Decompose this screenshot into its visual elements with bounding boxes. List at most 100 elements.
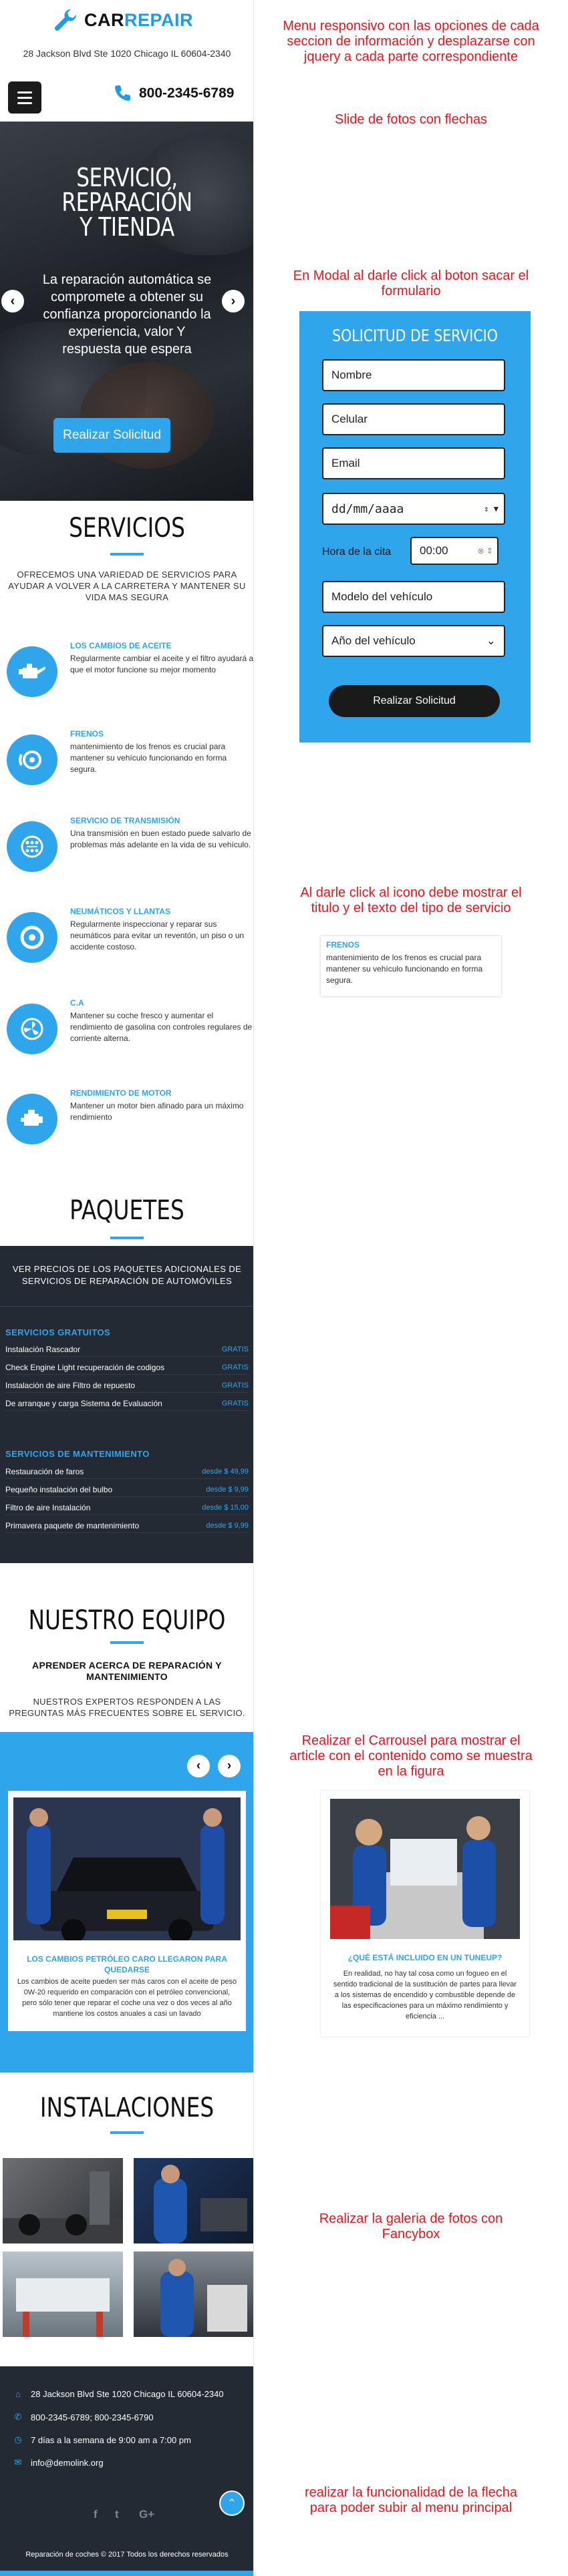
- fan-icon[interactable]: [7, 1004, 57, 1054]
- article-card-expanded[interactable]: ¿QUÉ ESTÁ INCLUIDO EN UN TUNEUP? En real…: [321, 1791, 529, 2036]
- oil-can-icon[interactable]: [7, 646, 57, 697]
- article-text: Los cambios de aceite pueden ser más car…: [17, 1978, 237, 2018]
- services-title-underline: [110, 553, 144, 556]
- service-title: FRENOS: [70, 729, 104, 738]
- article-card[interactable]: LOS CAMBIOS PETRÓLEO CARO LLEGARON PARA …: [8, 1791, 246, 2031]
- service-request-modal: SOLICITUD DE SERVICIO Nombre Celular Ema…: [299, 311, 531, 742]
- package-row: Instalación de aire Filtro de repuesto GR…: [5, 1378, 249, 1393]
- name-field[interactable]: Nombre: [322, 359, 505, 391]
- service-title: NEUMÁTICOS Y LLANTAS: [70, 907, 171, 916]
- menu-bar-icon: [17, 91, 32, 93]
- footer-email[interactable]: ✉ info@demolink.org: [12, 2457, 104, 2468]
- service-text: Una transmisión en buen estado puede sal…: [70, 829, 251, 849]
- logo-text: CARREPAIR: [84, 9, 194, 30]
- phone-number: 800-2345-6789: [139, 85, 235, 101]
- email-field[interactable]: Email: [322, 447, 505, 479]
- installations-title: INSTALACIONES: [39, 2093, 215, 2123]
- article-text: En realidad, no hay tal cosa como un fog…: [333, 1970, 517, 2020]
- note-slider: Slide de fotos con flechas: [335, 112, 487, 127]
- service-text: Mantener un motor bien afinado para un m…: [70, 1101, 244, 1122]
- transmission-icon[interactable]: [7, 821, 57, 872]
- copyright: Reparación de coches © 2017 Todos los de…: [25, 2551, 229, 2559]
- service-text: mantenimiento de los frenos es crucial p…: [70, 742, 227, 774]
- scroll-to-top-button[interactable]: ⌃: [219, 2491, 245, 2516]
- service-text: Regularmente cambiar el aceite y el filt…: [70, 654, 254, 674]
- services-title: SERVICIOS: [69, 513, 185, 544]
- clear-icon[interactable]: ⊗ ⇕: [478, 546, 493, 556]
- team-title: NUESTRO EQUIPO: [28, 1605, 226, 1636]
- date-dropdown-icon[interactable]: ⇕ ▼: [484, 504, 499, 513]
- hero-text: La reparación automática se compromete a…: [42, 272, 212, 357]
- header-phone[interactable]: 800-2345-6789: [112, 81, 234, 105]
- note-service-popup: Al darle click al icono debe mostrar el …: [300, 885, 522, 915]
- service-title: LOS CAMBIOS DE ACEITE: [70, 641, 172, 650]
- carousel-prev-button[interactable]: ‹: [187, 1755, 210, 1777]
- slider-prev-button[interactable]: ‹: [1, 290, 24, 312]
- gallery-photo[interactable]: [3, 2251, 123, 2337]
- service-title: RENDIMIENTO DE MOTOR: [70, 1088, 172, 1098]
- home-icon: ⌂: [15, 2389, 21, 2399]
- service-popup: FRENOS mantenimiento de los frenos es cr…: [321, 936, 501, 996]
- wrench-icon: [54, 9, 77, 31]
- time-field[interactable]: 00:00 ⊗ ⇕: [410, 537, 499, 565]
- google-plus-icon[interactable]: G+: [139, 2508, 154, 2521]
- vehicle-model-field[interactable]: Modelo del vehículo: [322, 581, 505, 613]
- packages-title: PAQUETES: [69, 1195, 184, 1226]
- chevron-down-icon: ⌄: [486, 634, 496, 647]
- service-title: C.A: [70, 998, 84, 1008]
- slider-next-button[interactable]: ›: [222, 290, 245, 312]
- footer-phones[interactable]: ✆ 800-2345-6789; 800-2345-6790: [12, 2412, 154, 2422]
- facebook-icon[interactable]: f: [94, 2508, 98, 2521]
- gallery-photo[interactable]: [3, 2158, 123, 2243]
- menu-bar-icon: [17, 101, 32, 104]
- packages-panel: VER PRECIOS DE LOS PAQUETES ADICIONALES …: [0, 1246, 253, 1563]
- time-label: Hora de la cita: [322, 546, 392, 558]
- submit-request-button[interactable]: Realizar Solicitud: [329, 685, 500, 717]
- gallery-photo[interactable]: [134, 2251, 253, 2337]
- hero-slider[interactable]: SERVICIO, REPARACIÓN Y TIENDA La reparac…: [0, 122, 253, 501]
- package-row: Instalación Rascador GRATIS: [5, 1342, 249, 1357]
- design-sheet: CARREPAIR 28 Jackson Blvd Ste 1020 Chica…: [0, 0, 568, 2576]
- engine-icon[interactable]: [7, 1094, 57, 1144]
- clock-icon: ◷: [14, 2434, 22, 2444]
- request-service-button[interactable]: Realizar Solicitud: [53, 418, 170, 453]
- tire-icon[interactable]: [7, 912, 57, 963]
- logo[interactable]: CARREPAIR: [52, 7, 193, 33]
- footer-address: ⌂ 28 Jackson Blvd Ste 1020 Chicago IL 606…: [12, 2389, 224, 2399]
- team-title-underline: [110, 1641, 144, 1644]
- menu-button[interactable]: [8, 81, 41, 114]
- team-subtitle: APRENDER ACERCA DE REPARACIÓN Y MANTENIM…: [32, 1660, 222, 1682]
- cell-field[interactable]: Celular: [322, 403, 505, 435]
- packages-intro: VER PRECIOS DE LOS PAQUETES ADICIONALES …: [12, 1264, 242, 1286]
- divider: [0, 1306, 253, 1307]
- note-responsive-menu: Menu responsivo con las opciones de cada…: [283, 19, 539, 64]
- maintenance-services-heading: SERVICIOS DE MANTENIMIENTO: [5, 1449, 150, 1459]
- chevron-up-icon: ⌃: [227, 2498, 237, 2509]
- note-scroll-top: realizar la funcionalidad de la flecha p…: [305, 2485, 517, 2515]
- note-carousel: Realizar el Carrousel para mostrar el ar…: [289, 1733, 533, 1779]
- phone-icon: ✆: [14, 2412, 22, 2422]
- popup-title: FRENOS: [326, 940, 360, 949]
- twitter-icon[interactable]: t: [115, 2508, 119, 2521]
- package-row: Pequeño instalación del bulbo desde $ 9,9…: [5, 1482, 249, 1497]
- package-row: Check Engine Light recuperación de codig…: [5, 1360, 249, 1375]
- packages-title-underline: [110, 1237, 144, 1239]
- vehicle-year-select[interactable]: Año del vehículo ⌄: [322, 625, 505, 657]
- mail-icon: ✉: [14, 2457, 22, 2467]
- popup-text: mantenimiento de los frenos es crucial p…: [326, 953, 483, 985]
- footer: ⌂ 28 Jackson Blvd Ste 1020 Chicago IL 606…: [0, 2366, 253, 2576]
- footer-hours: ◷ 7 días a la semana de 9:00 am a 7:00 pm: [12, 2434, 191, 2445]
- hero-photo-hand: [80, 362, 214, 469]
- brake-icon[interactable]: [7, 734, 57, 785]
- services-subtitle: OFRECEMOS UNA VARIEDAD DE SERVICIOS PARA…: [8, 570, 246, 602]
- gallery-photo[interactable]: [134, 2158, 253, 2243]
- team-text: NUESTROS EXPERTOS RESPONDEN A LAS PREGUN…: [9, 1697, 245, 1718]
- note-modal: En Modal al darle click al boton sacar e…: [293, 268, 529, 298]
- article-title: LOS CAMBIOS PETRÓLEO CARO LLEGARON PARA …: [27, 1954, 227, 1974]
- date-field[interactable]: dd/mm/aaaa ⇕ ▼: [322, 493, 505, 525]
- carousel-next-button[interactable]: ›: [218, 1755, 241, 1777]
- package-row: De arranque y carga Sistema de Evaluació…: [5, 1396, 249, 1411]
- chevron-right-icon: ›: [227, 1759, 232, 1773]
- chevron-left-icon: ‹: [196, 1759, 201, 1773]
- hero-title: SERVICIO, REPARACIÓN Y TIENDA: [61, 163, 192, 242]
